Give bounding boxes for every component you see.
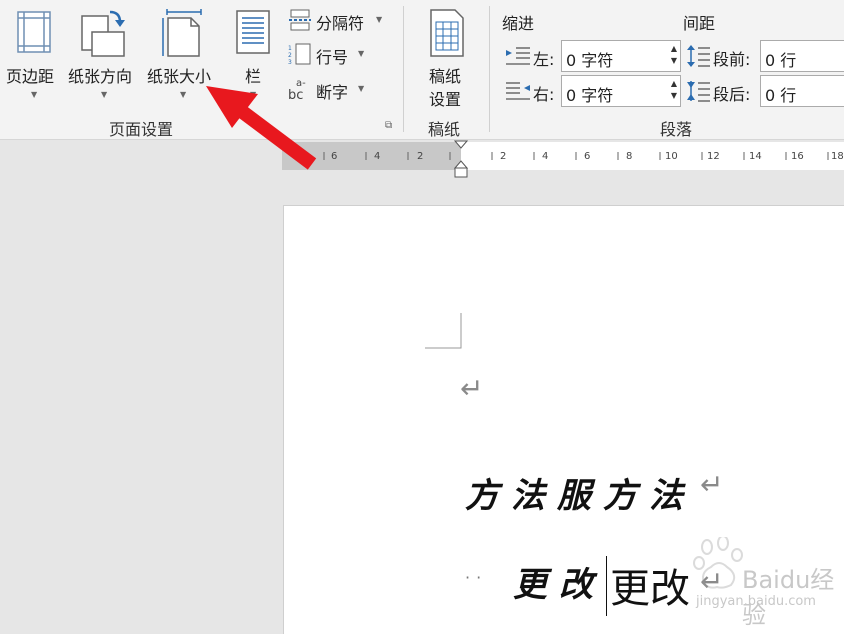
spacing-before-icon bbox=[687, 45, 710, 67]
spacing-after-label: 段后: bbox=[713, 85, 751, 104]
group-separator bbox=[489, 6, 490, 132]
line-numbers-button[interactable]: 1 2 3 行号 ▼ bbox=[288, 43, 368, 67]
line-numbers-icon: 1 2 3 bbox=[288, 43, 311, 65]
chevron-down-icon: ▼ bbox=[358, 49, 365, 58]
spacing-after-icon bbox=[687, 81, 710, 102]
indent-left-input[interactable]: 0 字符 ▲ ▼ bbox=[561, 40, 681, 72]
spinner-arrows-icon[interactable]: ▲ ▼ bbox=[671, 43, 677, 67]
margins-icon bbox=[17, 11, 51, 53]
orientation-label: 纸张方向 bbox=[68, 67, 133, 86]
manuscript-group-label: 稿纸 bbox=[428, 120, 461, 139]
spacing-header: 间距 bbox=[683, 14, 716, 33]
indent-left-label: 左: bbox=[533, 50, 555, 69]
indent-right-label: 右: bbox=[533, 85, 555, 104]
svg-text:2: 2 bbox=[288, 52, 292, 59]
spinner-arrows-icon[interactable]: ▲ ▼ bbox=[671, 78, 677, 102]
watermark-url: jingyan.baidu.com bbox=[696, 594, 816, 609]
paper-size-icon bbox=[162, 9, 202, 57]
red-arrow-icon bbox=[206, 86, 317, 170]
spacing-after-input[interactable]: 0 行 bbox=[760, 75, 844, 107]
document-line-2-plain[interactable]: 更改 bbox=[610, 556, 690, 614]
manuscript-icon bbox=[430, 9, 464, 57]
page-setup-group-label: 页面设置 bbox=[109, 120, 174, 139]
svg-text:1: 1 bbox=[288, 45, 292, 52]
baidu-paw-logo-icon bbox=[693, 537, 743, 589]
line-numbers-label: 行号 bbox=[316, 48, 349, 67]
crop-mark bbox=[425, 313, 462, 349]
orientation-button[interactable]: 纸张方向 ▼ bbox=[66, 4, 142, 104]
chevron-down-icon: ▼ bbox=[101, 90, 108, 99]
spacing-before-input[interactable]: 0 行 bbox=[760, 40, 844, 72]
paragraph-mark-icon: ↵ bbox=[700, 468, 724, 501]
svg-text:3: 3 bbox=[288, 59, 292, 65]
manuscript-settings-button[interactable]: 稿纸 设置 bbox=[418, 4, 476, 109]
paragraph-mark-icon: ↵ bbox=[460, 372, 484, 405]
dialog-launcher-icon[interactable]: ⧉ bbox=[385, 120, 392, 131]
document-line-2[interactable]: 更改 bbox=[513, 557, 605, 606]
indent-right-input[interactable]: 0 字符 ▲ ▼ bbox=[561, 75, 681, 107]
chevron-down-icon: ▼ bbox=[31, 90, 38, 99]
margins-label: 页边距 bbox=[6, 67, 55, 86]
ruler-minor-ticks bbox=[323, 152, 829, 160]
orientation-icon bbox=[81, 10, 125, 57]
hyphenation-label: 断字 bbox=[316, 83, 349, 102]
chevron-down-icon: ▼ bbox=[180, 90, 187, 99]
margins-button[interactable]: 页边距 ▼ bbox=[2, 4, 66, 104]
indent-header: 缩进 bbox=[502, 14, 535, 33]
breaks-button[interactable]: 分隔符 ▼ bbox=[288, 9, 388, 33]
indent-left-icon bbox=[506, 47, 530, 65]
leading-dots: ·· bbox=[465, 568, 488, 587]
manuscript-label-2: 设置 bbox=[429, 90, 462, 109]
chevron-down-icon: ▼ bbox=[358, 84, 365, 93]
breaks-label: 分隔符 bbox=[316, 14, 365, 33]
indent-marker-icon[interactable] bbox=[454, 140, 468, 180]
chevron-down-icon: ▼ bbox=[376, 15, 383, 24]
group-separator bbox=[403, 6, 404, 132]
document-line-1[interactable]: 方法服方法 bbox=[465, 468, 695, 517]
spacing-before-label: 段前: bbox=[713, 50, 751, 69]
manuscript-label-1: 稿纸 bbox=[429, 67, 462, 86]
columns-icon bbox=[236, 10, 270, 54]
indent-right-icon bbox=[506, 82, 530, 100]
paragraph-group-label: 段落 bbox=[660, 120, 693, 139]
breaks-icon bbox=[289, 9, 311, 31]
text-cursor bbox=[606, 556, 607, 616]
